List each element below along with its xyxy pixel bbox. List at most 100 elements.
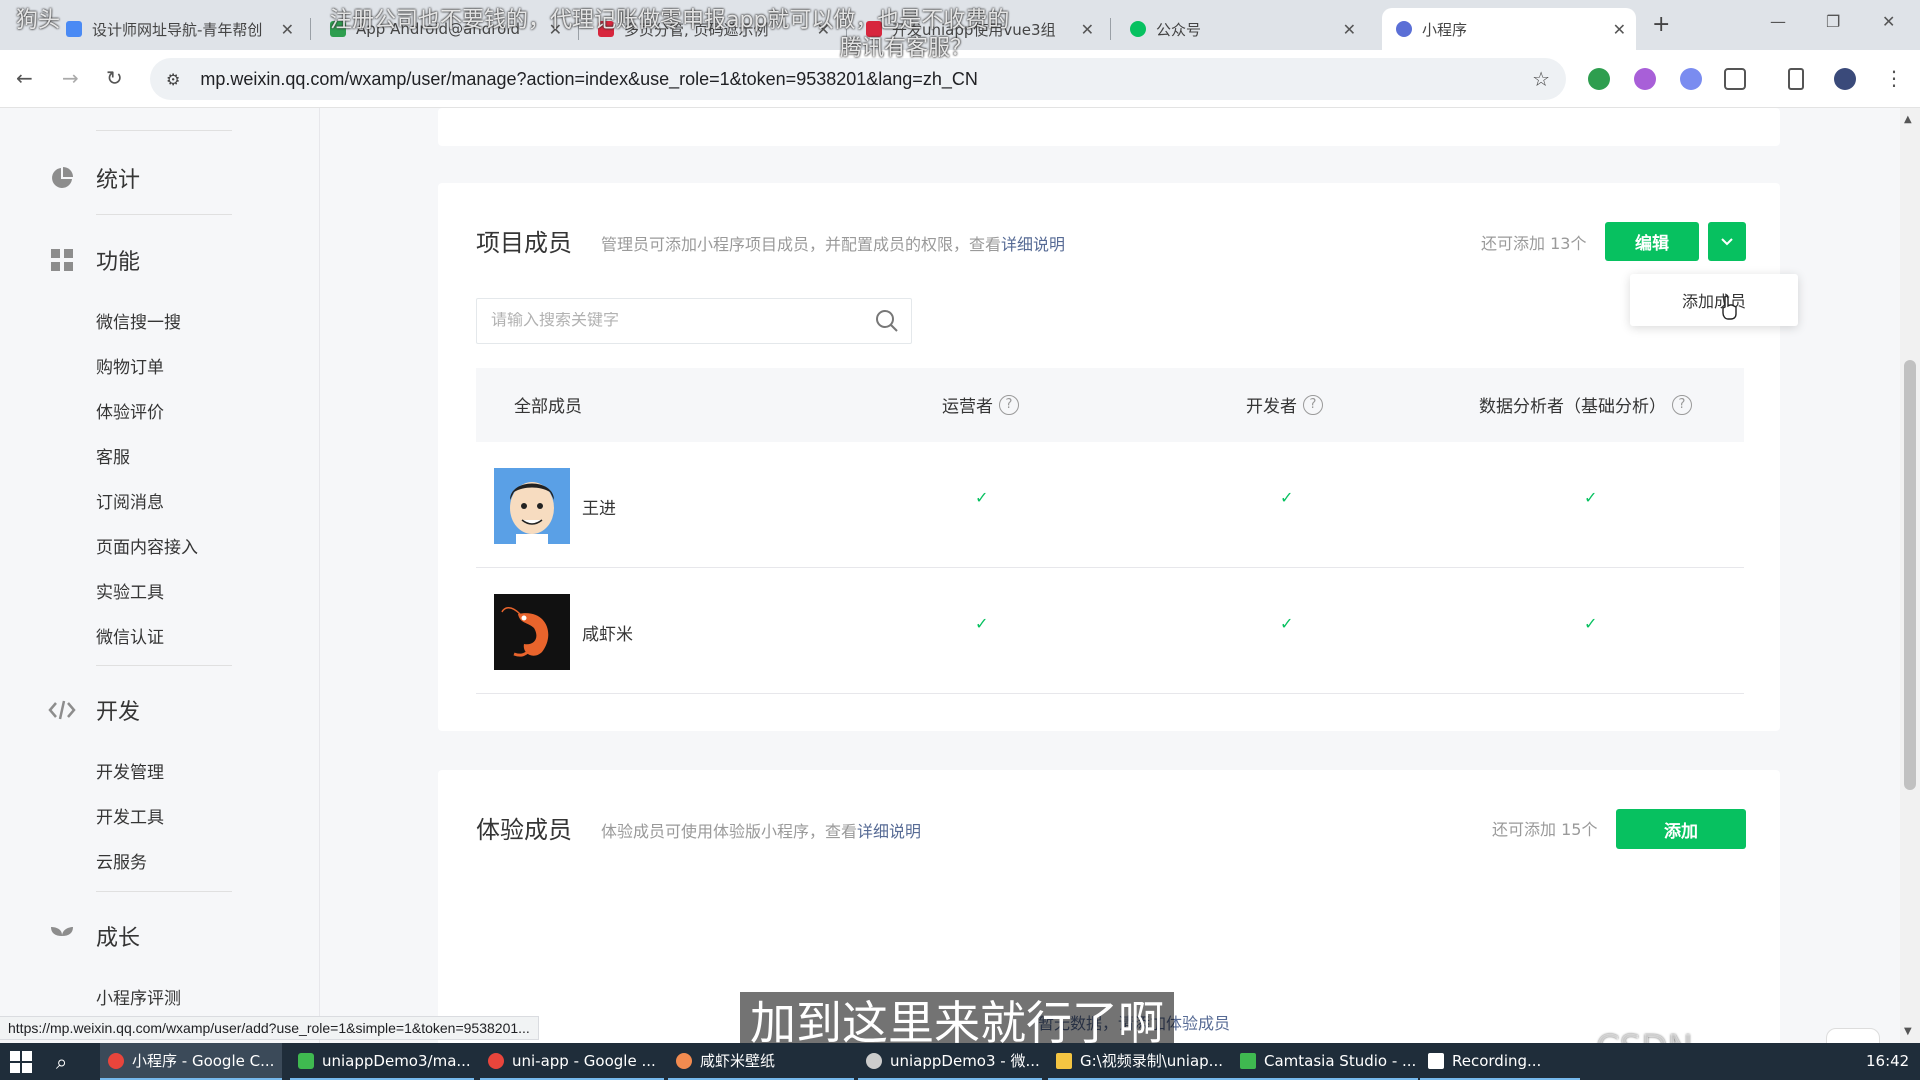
- app-icon: [676, 1052, 692, 1069]
- sidebar-group-stats[interactable]: 统计: [48, 162, 140, 194]
- forward-icon[interactable]: →: [62, 66, 79, 90]
- check-icon: ✓: [1280, 614, 1294, 633]
- taskbar-item[interactable]: Recording...: [1420, 1043, 1580, 1080]
- check-icon: ✓: [1584, 488, 1598, 507]
- divider: [96, 665, 232, 666]
- browser-tab[interactable]: 公众号 ✕: [1116, 8, 1366, 50]
- danmaku-text: 狗头: [16, 8, 61, 33]
- url-text[interactable]: mp.weixin.qq.com/wxamp/user/manage?actio…: [200, 69, 978, 90]
- edit-button[interactable]: 编辑: [1605, 222, 1699, 261]
- check-icon: ✓: [1584, 614, 1598, 633]
- taskbar-item[interactable]: 小程序 - Google C...: [100, 1043, 282, 1080]
- member-name: 王进: [582, 499, 616, 519]
- search-icon[interactable]: [875, 309, 899, 333]
- sidebar-group-features[interactable]: 功能: [48, 244, 140, 276]
- avatar: [494, 594, 570, 670]
- member-row: 咸虾米 ✓ ✓ ✓: [476, 568, 1744, 694]
- back-icon[interactable]: ←: [16, 66, 33, 90]
- close-tab-icon[interactable]: ✕: [281, 20, 294, 39]
- page-content: 统计 功能 微信搜一搜 购物订单 体验评价 客服 订阅消息 页面内容接入 实验工…: [0, 108, 1900, 1043]
- taskbar-item[interactable]: G:\视频录制\uniap...: [1048, 1043, 1234, 1080]
- search-icon[interactable]: ⌕: [56, 1050, 67, 1074]
- sidebar-group-growth[interactable]: 成长: [48, 920, 140, 952]
- reload-icon[interactable]: ↻: [106, 66, 123, 90]
- scrollbar-thumb[interactable]: [1904, 360, 1916, 790]
- members-table-header: 全部成员 运营者? 开发者? 数据分析者（基础分析）?: [476, 368, 1744, 442]
- bookmark-star-icon[interactable]: ☆: [1532, 67, 1550, 91]
- taskbar-item[interactable]: 咸虾米壁纸: [668, 1043, 854, 1080]
- grid-icon: [48, 246, 76, 274]
- sidebar-item-wechat-search[interactable]: 微信搜一搜: [96, 308, 181, 333]
- pie-chart-icon: [48, 164, 76, 192]
- sidebar-item-lab-tools[interactable]: 实验工具: [96, 578, 164, 603]
- add-button[interactable]: 添加: [1616, 809, 1746, 849]
- scroll-up-icon[interactable]: ▲: [1904, 114, 1912, 125]
- section-title: 项目成员: [476, 229, 572, 257]
- sidebar-item-orders[interactable]: 购物订单: [96, 353, 164, 378]
- sidebar: 统计 功能 微信搜一搜 购物订单 体验评价 客服 订阅消息 页面内容接入 实验工…: [0, 108, 320, 1043]
- member-name: 咸虾米: [582, 625, 633, 645]
- details-link[interactable]: 详细说明: [857, 822, 921, 841]
- close-window-icon[interactable]: ✕: [1882, 12, 1895, 31]
- browser-tab[interactable]: 设计师网址导航-青年帮创 ✕: [52, 8, 304, 50]
- column-all-members[interactable]: 全部成员: [514, 392, 582, 417]
- search-input[interactable]: [491, 312, 861, 330]
- sidebar-item-verification[interactable]: 微信认证: [96, 623, 164, 648]
- sidebar-item-reviews[interactable]: 体验评价: [96, 398, 164, 423]
- sidebar-item-cloud[interactable]: 云服务: [96, 848, 147, 873]
- side-panel-icon[interactable]: [1788, 68, 1804, 90]
- avatar: [494, 468, 570, 544]
- chrome-icon: [108, 1052, 124, 1069]
- extensions-puzzle-icon[interactable]: [1724, 68, 1746, 90]
- help-icon[interactable]: ?: [1672, 394, 1692, 415]
- help-icon[interactable]: ?: [1303, 394, 1323, 415]
- check-icon: ✓: [975, 614, 989, 633]
- quota-text: 还可添加 15个: [1492, 820, 1598, 839]
- sidebar-item-customer-service[interactable]: 客服: [96, 443, 130, 468]
- help-icon[interactable]: ?: [999, 394, 1019, 415]
- column-developer: 开发者?: [1246, 392, 1323, 417]
- divider: [96, 214, 232, 215]
- wechat-icon: [1130, 21, 1146, 37]
- tab-separator: [1110, 18, 1111, 40]
- taskbar-item[interactable]: Camtasia Studio - ...: [1232, 1043, 1418, 1080]
- taskbar-item[interactable]: uniappDemo3/ma...: [290, 1043, 474, 1080]
- member-row: 王进 ✓ ✓ ✓: [476, 442, 1744, 568]
- divider: [96, 130, 232, 131]
- address-bar[interactable]: ⚙ mp.weixin.qq.com/wxamp/user/manage?act…: [150, 58, 1566, 100]
- column-analyst: 数据分析者（基础分析）?: [1479, 392, 1692, 417]
- taskbar-item[interactable]: uni-app - Google ...: [480, 1043, 664, 1080]
- sidebar-item-subscribe-msg[interactable]: 订阅消息: [96, 488, 164, 513]
- restore-icon[interactable]: ❐: [1826, 12, 1840, 31]
- browser-tab-active[interactable]: 小程序 ✕: [1382, 8, 1636, 50]
- details-link[interactable]: 详细说明: [1001, 235, 1065, 254]
- windows-start-icon[interactable]: [10, 1051, 32, 1073]
- site-settings-icon[interactable]: ⚙: [166, 70, 180, 89]
- close-tab-icon[interactable]: ✕: [1081, 20, 1094, 39]
- close-tab-icon[interactable]: ✕: [1613, 20, 1626, 39]
- sidebar-item-page-content[interactable]: 页面内容接入: [96, 533, 198, 558]
- camtasia-icon: [1240, 1052, 1256, 1069]
- close-tab-icon[interactable]: ✕: [1343, 20, 1356, 39]
- extension-icon[interactable]: [1680, 68, 1702, 90]
- search-box: [476, 298, 912, 344]
- chevron-down-icon[interactable]: [1708, 222, 1746, 261]
- divider: [96, 891, 232, 892]
- profile-avatar[interactable]: [1834, 68, 1856, 90]
- sidebar-item-dev-tools[interactable]: 开发工具: [96, 803, 164, 828]
- sidebar-group-develop[interactable]: 开发: [48, 694, 140, 726]
- sidebar-item-dev-management[interactable]: 开发管理: [96, 758, 164, 783]
- menu-kebab-icon[interactable]: ⋮: [1884, 66, 1904, 90]
- extension-icon[interactable]: [1588, 68, 1610, 90]
- new-tab-icon[interactable]: +: [1652, 12, 1670, 37]
- extension-icon[interactable]: [1634, 68, 1656, 90]
- minimize-icon[interactable]: —: [1770, 12, 1786, 31]
- section-description: 管理员可添加小程序项目成员，并配置成员的权限，查看详细说明: [601, 235, 1066, 254]
- section-title: 体验成员: [476, 816, 572, 844]
- check-icon: ✓: [1280, 488, 1294, 507]
- taskbar-item[interactable]: uniappDemo3 - 微...: [858, 1043, 1042, 1080]
- add-member-menu-item[interactable]: 添加成员: [1630, 274, 1798, 326]
- quota-text: 还可添加 13个: [1481, 234, 1587, 253]
- sidebar-item-evaluation[interactable]: 小程序评测: [96, 984, 181, 1009]
- clock[interactable]: 16:42: [1866, 1052, 1909, 1070]
